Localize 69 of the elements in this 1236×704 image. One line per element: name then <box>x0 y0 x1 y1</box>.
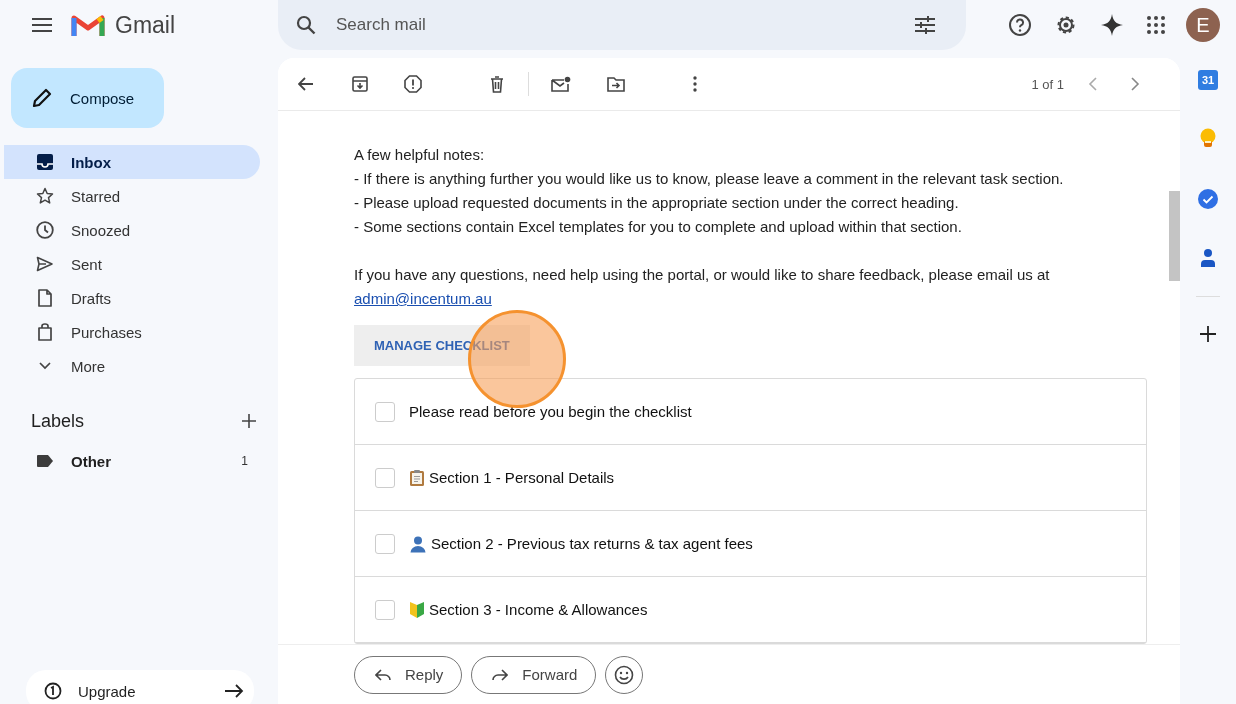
account-avatar[interactable]: E <box>1186 8 1220 42</box>
page-counter: 1 of 1 <box>1031 76 1064 92</box>
checklist-item[interactable]: Section 1 - Personal Details <box>355 445 1146 511</box>
search-icon[interactable] <box>296 15 316 35</box>
checklist-item[interactable]: Section 3 - Income & Allowances <box>355 577 1146 643</box>
forward-icon <box>492 668 509 681</box>
more-options-icon[interactable] <box>693 76 697 92</box>
nav-item[interactable]: Purchases <box>4 315 260 349</box>
checklist-item[interactable]: Section 2 - Previous tax returns & tax agent fees <box>355 511 1146 577</box>
next-icon[interactable] <box>1130 77 1140 91</box>
labels-heading: Labels <box>31 410 85 432</box>
manage-checklist-button[interactable]: MANAGE CHECKLIST <box>354 325 530 366</box>
compose-button[interactable]: Compose <box>11 68 164 128</box>
nav-item[interactable]: Snoozed <box>4 213 260 247</box>
nav-item[interactable]: Inbox <box>4 145 260 179</box>
back-arrow-icon[interactable] <box>298 77 314 91</box>
info-icon <box>44 682 62 700</box>
filter-icon[interactable] <box>914 15 936 35</box>
checkbox[interactable] <box>375 599 395 620</box>
checklist-label: Section 3 - Income & Allowances <box>429 601 648 618</box>
reply-button[interactable]: Reply <box>354 655 463 694</box>
person-icon <box>409 534 427 553</box>
scrollbar-thumb[interactable] <box>1169 191 1180 281</box>
sparkle-icon[interactable] <box>1100 13 1124 37</box>
nav-item[interactable]: More <box>4 349 260 383</box>
contact-text: If you have any questions, need help using the portal, or would like to share feedback, please email us at <box>354 265 1050 285</box>
smiley-icon <box>614 664 635 685</box>
arrow-right-icon <box>224 684 244 698</box>
notes-heading: A few helpful notes: <box>354 145 485 165</box>
checkbox[interactable] <box>375 533 395 554</box>
gmail-logo-icon[interactable] <box>71 12 105 38</box>
nav-item[interactable]: Sent <box>4 247 260 281</box>
add-icon[interactable] <box>1199 325 1217 343</box>
note-text: - Please upload requested documents in the appropriate section under the correct heading. <box>354 193 959 213</box>
apps-icon[interactable] <box>1146 15 1166 35</box>
archive-icon[interactable] <box>352 76 368 92</box>
search-bar[interactable]: Search mail <box>278 0 966 50</box>
checklist-label: Section 1 - Personal Details <box>429 469 615 486</box>
forward-button[interactable]: Forward <box>471 655 597 694</box>
add-label-icon[interactable] <box>241 413 257 429</box>
mark-unread-icon[interactable] <box>551 76 571 92</box>
menu-icon[interactable] <box>31 17 53 33</box>
report-spam-icon[interactable] <box>404 75 422 93</box>
clipboard-icon <box>409 468 425 487</box>
note-text: - If there is anything further you would like us to know, please leave a comment in the relevant task section. <box>354 169 1064 189</box>
checklist-label: Section 2 - Previous tax returns & tax agent fees <box>431 535 753 552</box>
emoji-button[interactable] <box>605 655 644 694</box>
nav-item[interactable]: Starred <box>4 179 260 213</box>
note-text: - Some sections contain Excel templates for you to complete and upload within that section. <box>354 217 962 237</box>
calendar-icon[interactable]: 31 <box>1198 70 1218 90</box>
contacts-icon[interactable] <box>1200 248 1216 268</box>
tasks-icon[interactable] <box>1197 188 1219 210</box>
help-icon[interactable] <box>1008 13 1032 37</box>
lightbulb-icon[interactable] <box>1199 128 1217 150</box>
checklist-label: Please read before you begin the checklist <box>409 403 692 420</box>
checkbox[interactable] <box>375 401 395 422</box>
app-name: Gmail <box>115 11 176 39</box>
search-field[interactable]: Search mail <box>334 14 896 36</box>
checkbox[interactable] <box>375 467 395 488</box>
checklist-item[interactable]: Please read before you begin the checklist <box>355 379 1146 445</box>
trash-icon[interactable] <box>490 75 504 93</box>
upgrade-button[interactable]: Upgrade <box>26 670 254 704</box>
email-link[interactable]: admin@incentum.au <box>354 287 492 311</box>
move-to-folder-icon[interactable] <box>607 76 625 92</box>
reply-icon <box>375 668 391 681</box>
pencil-icon <box>31 87 53 109</box>
nav-item[interactable]: Drafts <box>4 281 260 315</box>
beginner-badge-icon <box>409 600 425 619</box>
label-item[interactable]: Other 1 <box>4 444 260 478</box>
